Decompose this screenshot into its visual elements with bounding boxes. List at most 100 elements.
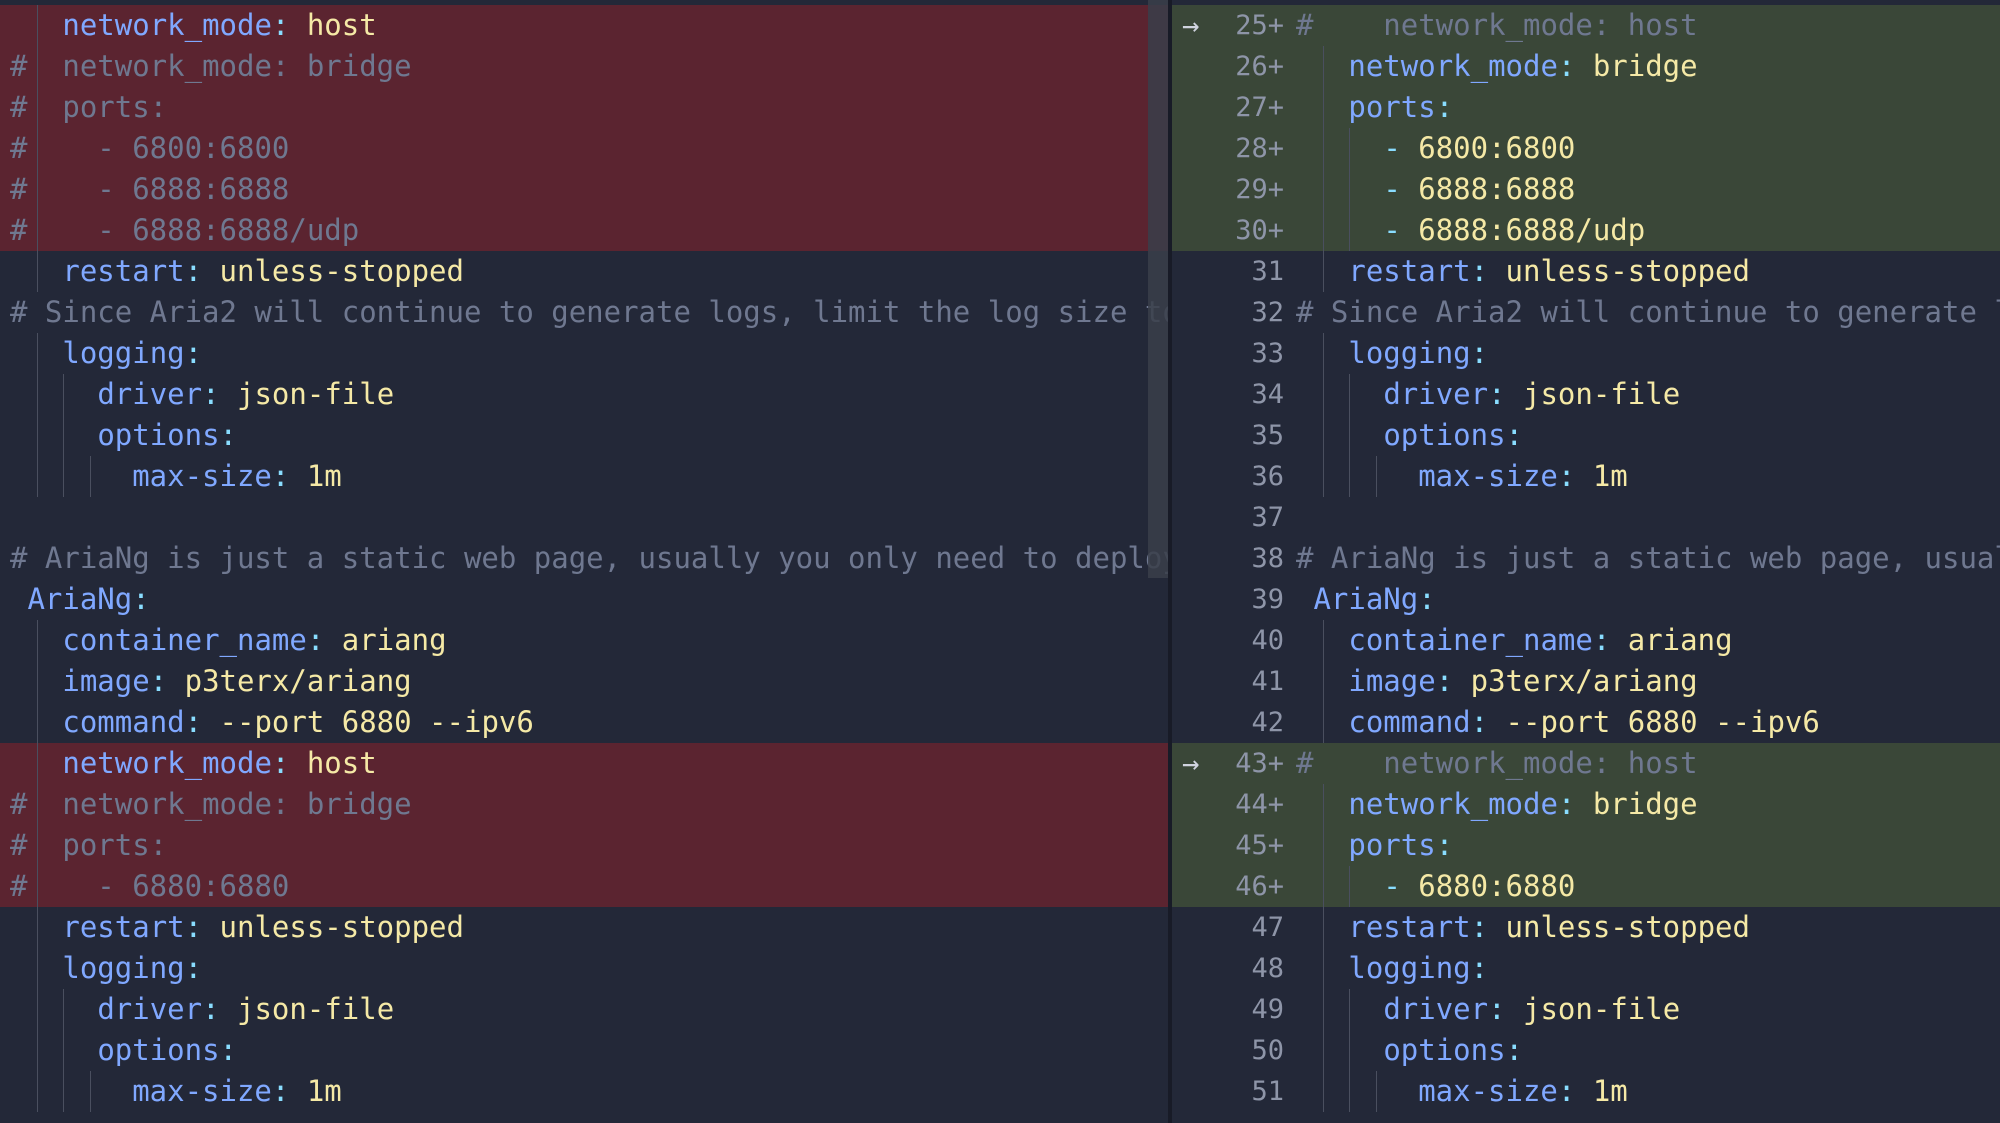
colon: : xyxy=(149,664,168,698)
yaml-value: 6888:6888/udp xyxy=(1418,213,1646,247)
code-text: # - 6888:6888/udp xyxy=(10,210,359,251)
diff-line[interactable]: # - 6888:6888/udp xyxy=(0,210,1170,251)
diff-line[interactable]: 44+ network_mode: bridge xyxy=(1172,784,2000,825)
diff-line[interactable]: 49 driver: json-file xyxy=(1172,989,2000,1030)
code-text: restart: unless-stopped xyxy=(10,907,464,948)
diff-line[interactable]: 42 command: --port 6880 --ipv6 xyxy=(1172,702,2000,743)
diff-line[interactable]: restart: unless-stopped xyxy=(0,251,1170,292)
diff-line[interactable]: network_mode: host xyxy=(0,743,1170,784)
diff-line[interactable]: restart: unless-stopped xyxy=(0,907,1170,948)
diff-line[interactable]: # ports: xyxy=(0,825,1170,866)
diff-line[interactable]: # - 6800:6800 xyxy=(0,128,1170,169)
yaml-value: 1m xyxy=(1592,459,1628,493)
yaml-value: unless-stopped xyxy=(219,254,464,288)
diff-line[interactable]: # - 6888:6888 xyxy=(0,169,1170,210)
code-text: # Since Aria2 will continue to generate … xyxy=(10,292,1170,333)
comment-marker: # xyxy=(10,787,28,821)
comment-marker: # xyxy=(10,172,28,206)
diff-line[interactable]: # network_mode: bridge xyxy=(0,784,1170,825)
diff-line[interactable]: 30+ - 6888:6888/udp xyxy=(1172,210,2000,251)
diff-line[interactable]: 37 xyxy=(1172,497,2000,538)
diff-line[interactable]: # AriaNg is just a static web page, usua… xyxy=(0,538,1170,579)
diff-line[interactable]: options: xyxy=(0,1030,1170,1071)
code-text: max-size: 1m xyxy=(10,1071,342,1112)
colon: : xyxy=(1592,623,1611,657)
diff-line[interactable]: # ports: xyxy=(0,87,1170,128)
comment-marker: # xyxy=(1296,746,1314,780)
list-dash: - xyxy=(1383,213,1419,247)
diff-line[interactable]: max-size: 1m xyxy=(0,1071,1170,1112)
diff-line[interactable]: logging: xyxy=(0,948,1170,989)
diff-line[interactable]: image: p3terx/ariang xyxy=(0,661,1170,702)
yaml-key: image xyxy=(62,664,150,698)
diff-line[interactable]: 50 options: xyxy=(1172,1030,2000,1071)
diff-line[interactable]: 46+ - 6880:6880 xyxy=(1172,866,2000,907)
colon: : xyxy=(1488,992,1506,1026)
diff-line[interactable]: command: --port 6880 --ipv6 xyxy=(0,702,1170,743)
diff-line[interactable]: 33 logging: xyxy=(1172,333,2000,374)
diff-line[interactable]: 39 AriaNg: xyxy=(1172,579,2000,620)
yaml-key: command xyxy=(1348,705,1471,739)
diff-line[interactable]: container_name: ariang xyxy=(0,620,1170,661)
diff-line[interactable]: 27+ ports: xyxy=(1172,87,2000,128)
diff-line[interactable]: 32 # Since Aria2 will continue to generat… xyxy=(1172,292,2000,333)
diff-line[interactable]: driver: json-file xyxy=(0,989,1170,1030)
code-text: max-size: 1m xyxy=(10,456,342,497)
left-scrollbar[interactable] xyxy=(1148,0,1170,578)
diff-line[interactable]: 38 # AriaNg is just a static web page, us… xyxy=(1172,538,2000,579)
code-text: driver: json-file xyxy=(10,374,394,415)
code-text: options: xyxy=(10,415,237,456)
diff-line[interactable]: 28+ - 6800:6800 xyxy=(1172,128,2000,169)
diff-line[interactable]: 47 restart: unless-stopped xyxy=(1172,907,2000,948)
line-number: 34 xyxy=(1251,379,1284,410)
left-diff-pane[interactable]: network_mode: host # network_mode: bridge… xyxy=(0,0,1170,1123)
diff-line[interactable]: # network_mode: bridge xyxy=(0,46,1170,87)
colon: : xyxy=(1435,828,1454,862)
code-text: network_mode: host xyxy=(10,5,376,46)
yaml-key: options xyxy=(97,418,220,452)
yaml-value: host xyxy=(306,746,377,780)
diff-line[interactable]: 26+ network_mode: bridge xyxy=(1172,46,2000,87)
diff-line[interactable]: 34 driver: json-file xyxy=(1172,374,2000,415)
diff-line[interactable]: 41 image: p3terx/ariang xyxy=(1172,661,2000,702)
diff-line[interactable]: logging: xyxy=(0,333,1170,374)
diff-line[interactable]: → 43+ # network_mode: host xyxy=(1172,743,2000,784)
commented-code: - 6888:6888 xyxy=(27,172,290,206)
commented-code: ports: xyxy=(27,90,168,124)
code-text: # AriaNg is just a static web page, usua… xyxy=(1296,538,2000,579)
diff-line[interactable]: 48 logging: xyxy=(1172,948,2000,989)
diff-line[interactable]: → 25+ # network_mode: host xyxy=(1172,5,2000,46)
line-number: 48 xyxy=(1251,953,1284,984)
yaml-value: 1m xyxy=(1592,1074,1628,1108)
colon: : xyxy=(1435,664,1454,698)
diff-line[interactable]: max-size: 1m xyxy=(0,456,1170,497)
diff-line[interactable]: network_mode: host xyxy=(0,5,1170,46)
diff-line[interactable]: AriaNg: xyxy=(0,579,1170,620)
code-text: logging: xyxy=(1296,948,1488,989)
line-number: 25+ xyxy=(1235,10,1284,41)
diff-line[interactable]: 45+ ports: xyxy=(1172,825,2000,866)
diff-line[interactable]: 35 options: xyxy=(1172,415,2000,456)
yaml-key: restart xyxy=(62,254,185,288)
yaml-key: logging xyxy=(62,336,185,370)
line-number: 45+ xyxy=(1235,830,1284,861)
yaml-key: max-size xyxy=(1418,1074,1558,1108)
diff-line[interactable]: 29+ - 6888:6888 xyxy=(1172,169,2000,210)
code-text: # network_mode: host xyxy=(1296,743,1698,784)
diff-line[interactable]: # - 6880:6880 xyxy=(0,866,1170,907)
code-text: logging: xyxy=(1296,333,1488,374)
code-text: # ports: xyxy=(10,87,167,128)
diff-line[interactable]: driver: json-file xyxy=(0,374,1170,415)
diff-line[interactable]: options: xyxy=(0,415,1170,456)
diff-line[interactable]: 31 restart: unless-stopped xyxy=(1172,251,2000,292)
line-number: 36 xyxy=(1251,461,1284,492)
right-diff-pane[interactable]: → 25+ # network_mode: host 26+ network_mode… xyxy=(1172,0,2000,1123)
diff-line[interactable]: 40 container_name: ariang xyxy=(1172,620,2000,661)
diff-line[interactable]: # Since Aria2 will continue to generate … xyxy=(0,292,1170,333)
diff-line[interactable]: 51 max-size: 1m xyxy=(1172,1071,2000,1112)
diff-line[interactable]: 36 max-size: 1m xyxy=(1172,456,2000,497)
commented-code: network_mode: bridge xyxy=(27,49,412,83)
code-text: restart: unless-stopped xyxy=(1296,907,1750,948)
diff-line[interactable] xyxy=(0,497,1170,538)
commented-code: network_mode: host xyxy=(1313,8,1698,42)
